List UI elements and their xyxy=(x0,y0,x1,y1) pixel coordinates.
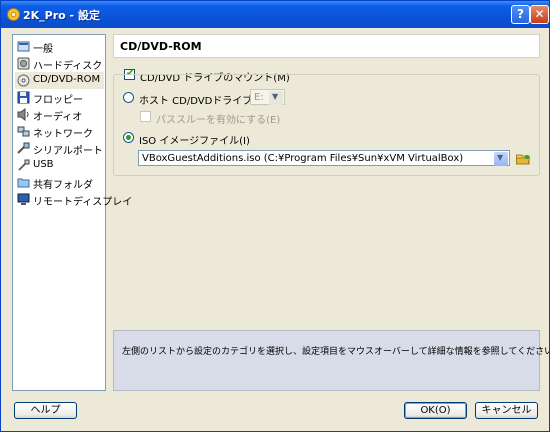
iso-image-label: ISO イメージファイル(I) xyxy=(139,136,250,147)
sidebar-item-cd-dvd-rom[interactable]: CD/DVD-ROM xyxy=(15,72,104,89)
iso-image-value: VBoxGuestAdditions.iso (C:¥Program Files… xyxy=(142,153,464,164)
settings-category-list[interactable]: 一般 ハードディスク CD/DVD-ROM フロッピー オーディオ ネットワーク… xyxy=(12,34,132,391)
sidebar-item-label: リモートディスプレイ xyxy=(33,197,133,208)
host-drive-select[interactable]: E: ▼ xyxy=(250,89,285,105)
network-icon xyxy=(17,126,30,137)
sidebar-item-label: シリアルポート xyxy=(33,146,103,157)
description-text: 左側のリストから設定のカテゴリを選択し、設定項目をマウスオーバーして詳細な情報を… xyxy=(122,347,550,357)
passthrough-checkbox[interactable] xyxy=(140,111,151,122)
sidebar-item-hard-disk[interactable]: ハードディスク xyxy=(15,55,104,72)
iso-image-select[interactable]: VBoxGuestAdditions.iso (C:¥Program Files… xyxy=(138,150,510,166)
passthrough-label: パススルーを有効にする(E) xyxy=(156,115,281,126)
cancel-button[interactable]: キャンセル xyxy=(475,402,538,419)
usb-icon xyxy=(18,159,30,171)
sidebar-item-label: ハードディスク xyxy=(33,61,103,72)
radio-selected-dot xyxy=(126,135,131,140)
window-title: 2K_Pro - 設定 xyxy=(23,9,100,22)
sidebar-item-general[interactable]: 一般 xyxy=(15,38,104,55)
sidebar-item-audio[interactable]: オーディオ xyxy=(15,106,104,123)
page-title: CD/DVD-ROM xyxy=(120,40,202,53)
host-drive-radio[interactable] xyxy=(123,92,134,103)
host-drive-label: ホスト CD/DVDドライブ(D) xyxy=(139,96,268,107)
sidebar-item-label: 共有フォルダ xyxy=(33,180,93,191)
host-drive-value: E: xyxy=(254,92,264,103)
sidebar-item-label: 一般 xyxy=(33,44,53,55)
sidebar-item-usb[interactable]: USB xyxy=(15,157,104,174)
sidebar-item-label: USB xyxy=(33,159,54,170)
sidebar-item-network[interactable]: ネットワーク xyxy=(15,123,104,140)
serial-port-icon xyxy=(17,142,30,154)
general-icon xyxy=(17,41,30,52)
audio-icon xyxy=(17,108,29,121)
chevron-down-icon[interactable]: ▼ xyxy=(269,91,283,105)
sidebar-item-label: フロッピー xyxy=(33,95,83,106)
floppy-icon xyxy=(17,91,30,104)
sidebar-item-shared-folder[interactable]: 共有フォルダ xyxy=(15,174,104,191)
remote-display-icon xyxy=(17,193,30,205)
help-button[interactable]: ヘルプ xyxy=(14,402,77,419)
cd-dvd-icon xyxy=(17,74,30,87)
description-panel: 左側のリストから設定のカテゴリを選択し、設定項目をマウスオーバーして詳細な情報を… xyxy=(113,330,550,391)
virtualbox-gear-icon xyxy=(7,8,20,21)
settings-window: 2K_Pro - 設定 ? ✕ 一般 ハードディスク CD/DVD-ROM フロ… xyxy=(0,0,550,432)
sidebar-item-label: オーディオ xyxy=(33,112,83,123)
sidebar-item-remote-display[interactable]: リモートディスプレイ xyxy=(15,191,132,208)
close-button[interactable]: ✕ xyxy=(530,5,549,24)
title-bar[interactable]: 2K_Pro - 設定 ? ✕ xyxy=(1,1,549,28)
ok-button[interactable]: OK(O) xyxy=(404,402,467,419)
sidebar-item-serial-port[interactable]: シリアルポート xyxy=(15,140,104,157)
help-title-button[interactable]: ? xyxy=(511,5,530,24)
shared-folder-icon xyxy=(17,178,30,188)
iso-image-radio[interactable] xyxy=(123,132,134,143)
hard-disk-icon xyxy=(17,57,30,70)
chevron-down-icon[interactable]: ▼ xyxy=(494,152,508,166)
page-header: CD/DVD-ROM xyxy=(113,34,540,58)
sidebar-item-floppy[interactable]: フロッピー xyxy=(15,89,104,106)
sidebar-item-label: CD/DVD-ROM xyxy=(33,74,101,85)
sidebar-item-label: ネットワーク xyxy=(33,129,93,140)
open-folder-icon[interactable] xyxy=(516,153,530,165)
